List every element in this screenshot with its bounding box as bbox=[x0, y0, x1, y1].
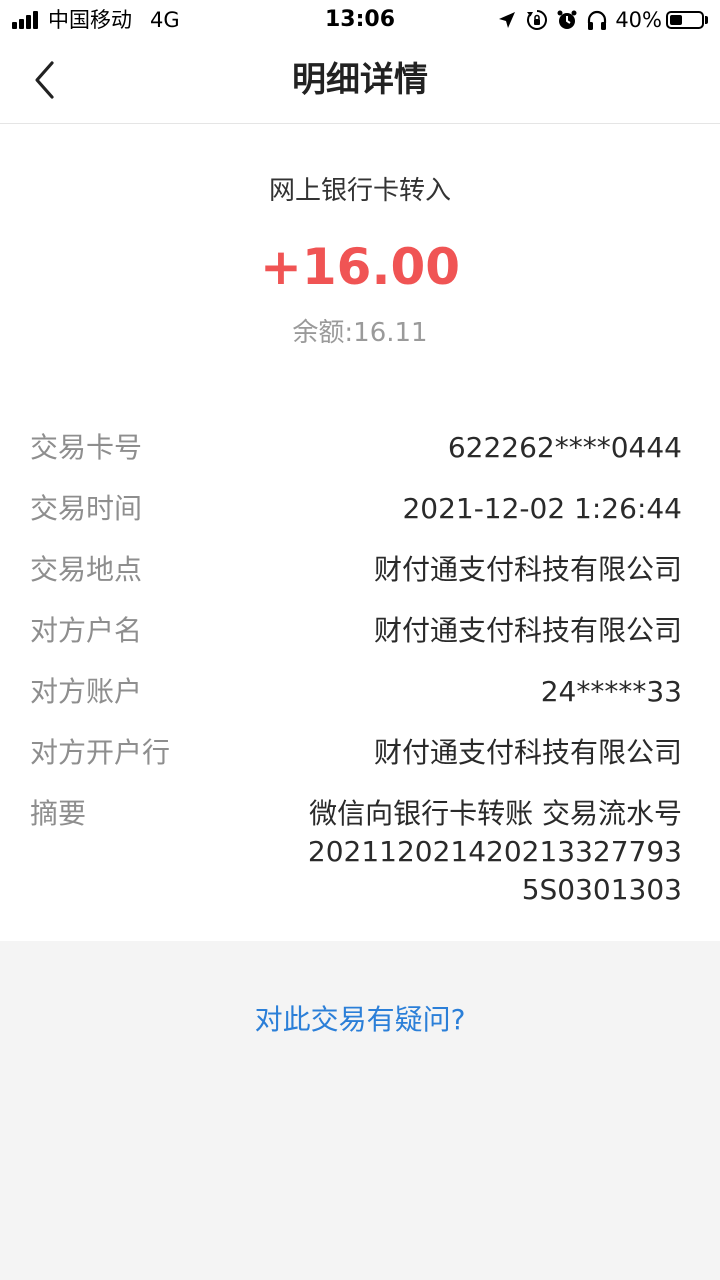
detail-row-counterparty-name: 对方户名 财付通支付科技有限公司 bbox=[30, 609, 682, 670]
transaction-question-link[interactable]: 对此交易有疑问? bbox=[0, 1000, 720, 1040]
detail-value: 财付通支付科技有限公司 bbox=[373, 553, 682, 586]
network-type: 4G bbox=[150, 8, 180, 32]
detail-value: 财付通支付科技有限公司 bbox=[373, 736, 682, 769]
detail-value: 24*****33 bbox=[540, 675, 682, 708]
transaction-detail-card: 网上银行卡转入 +16.00 余额:16.11 交易卡号 622262****0… bbox=[0, 124, 720, 941]
detail-label: 交易时间 bbox=[30, 492, 143, 525]
location-arrow-icon bbox=[495, 8, 519, 32]
status-right: 40% bbox=[489, 6, 708, 34]
detail-row-counterparty-bank: 对方开户行 财付通支付科技有限公司 bbox=[30, 731, 682, 792]
alarm-icon bbox=[555, 8, 579, 32]
transaction-amount: +16.00 bbox=[259, 238, 461, 296]
status-bar: 中国移动 4G 13:06 40% bbox=[0, 0, 720, 40]
detail-label: 对方户名 bbox=[30, 614, 143, 647]
status-left: 中国移动 4G bbox=[12, 6, 180, 34]
detail-list: 交易卡号 622262****0444 交易时间 2021-12-02 1:26… bbox=[30, 426, 682, 909]
detail-value: 财付通支付科技有限公司 bbox=[373, 614, 682, 647]
detail-row-summary: 摘要 微信向银行卡转账 交易流水号2021120214202133277935S… bbox=[30, 792, 682, 909]
battery-level bbox=[670, 15, 682, 25]
transaction-type: 网上银行卡转入 bbox=[268, 176, 451, 206]
detail-row-counterparty-account: 对方账户 24*****33 bbox=[30, 670, 682, 731]
detail-label: 交易卡号 bbox=[30, 431, 143, 464]
account-balance: 余额:16.11 bbox=[292, 318, 428, 348]
battery-percent: 40% bbox=[615, 8, 662, 32]
page-title: 明细详情 bbox=[292, 60, 428, 100]
headphones-icon bbox=[585, 8, 609, 32]
detail-label: 对方开户行 bbox=[30, 736, 171, 769]
detail-row-location: 交易地点 财付通支付科技有限公司 bbox=[30, 548, 682, 609]
detail-value: 622262****0444 bbox=[447, 431, 682, 464]
signal-icon bbox=[12, 11, 40, 29]
detail-label: 对方账户 bbox=[30, 675, 143, 708]
detail-value: 2021-12-02 1:26:44 bbox=[402, 492, 682, 525]
detail-row-time: 交易时间 2021-12-02 1:26:44 bbox=[30, 487, 682, 548]
detail-label: 摘要 bbox=[30, 797, 87, 830]
nav-bar: 明细详情 bbox=[0, 40, 720, 124]
carrier-name: 中国移动 bbox=[48, 8, 132, 32]
rotation-lock-icon bbox=[525, 8, 549, 32]
detail-value: 微信向银行卡转账 交易流水号2021120214202133277935S030… bbox=[307, 797, 682, 906]
battery-icon bbox=[666, 11, 704, 29]
screen: 中国移动 4G 13:06 40% 明细详情 网上银行卡转入 +16.00 余额… bbox=[0, 0, 720, 1280]
detail-row-card-number: 交易卡号 622262****0444 bbox=[30, 426, 682, 487]
battery-cap bbox=[705, 16, 708, 24]
detail-label: 交易地点 bbox=[30, 553, 143, 586]
